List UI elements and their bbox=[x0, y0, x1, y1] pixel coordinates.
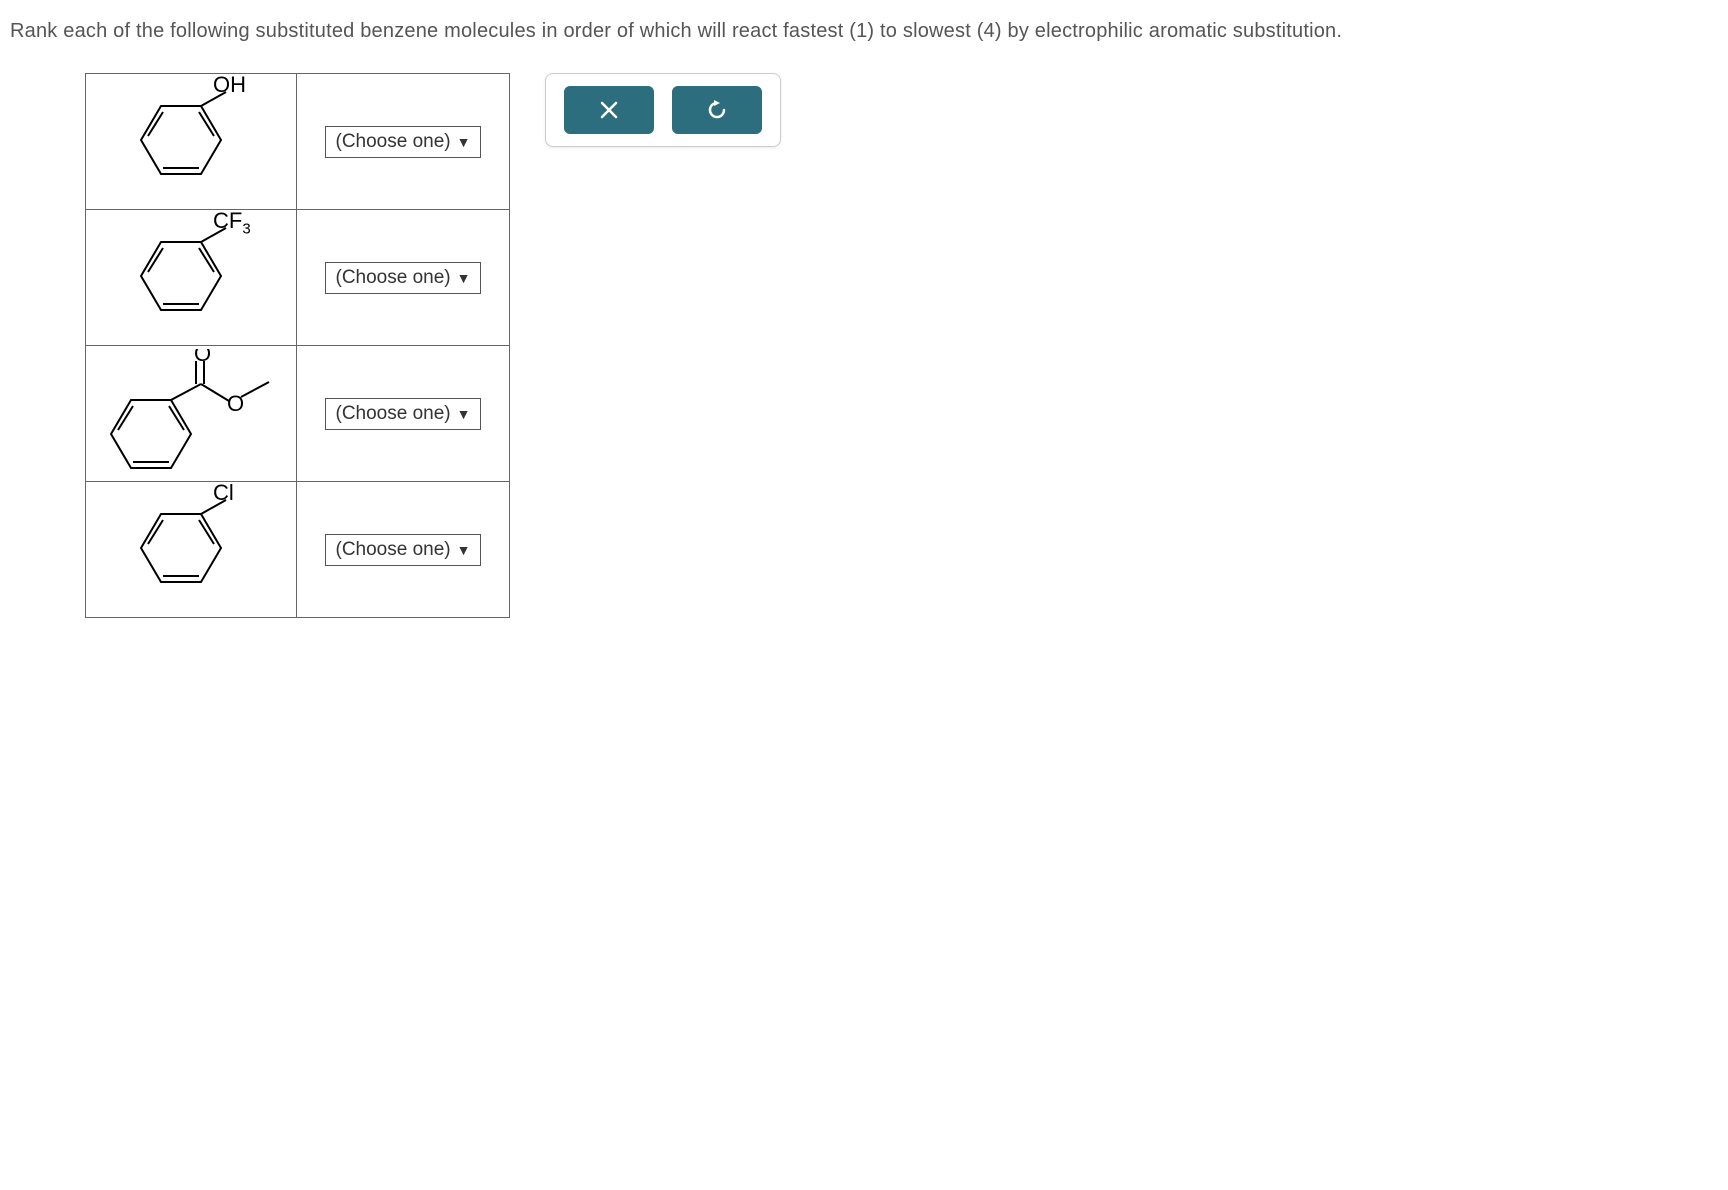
molecule-cell-ester: O O bbox=[86, 346, 296, 481]
chevron-down-icon: ▼ bbox=[457, 542, 471, 558]
table-row: OH (Choose one) ▼ bbox=[86, 74, 510, 210]
chevron-down-icon: ▼ bbox=[457, 134, 471, 150]
dropdown-cell-2: (Choose one) ▼ bbox=[297, 210, 509, 345]
close-icon bbox=[598, 99, 620, 121]
benzene-oh-structure bbox=[111, 84, 271, 199]
dropdown-label: (Choose one) bbox=[336, 403, 451, 425]
content-area: OH (Choose one) ▼ bbox=[10, 73, 1718, 618]
answer-toolbar bbox=[545, 73, 781, 147]
close-button[interactable] bbox=[564, 86, 654, 134]
reset-button[interactable] bbox=[672, 86, 762, 134]
dropdown-label: (Choose one) bbox=[336, 539, 451, 561]
benzene-ester-structure: O O bbox=[91, 349, 291, 479]
table-row: Cl (Choose one) ▼ bbox=[86, 482, 510, 618]
svg-text:O: O bbox=[227, 391, 244, 416]
rank-dropdown-3[interactable]: (Choose one) ▼ bbox=[325, 398, 482, 430]
chevron-down-icon: ▼ bbox=[457, 406, 471, 422]
molecule-cell-phenol: OH bbox=[86, 74, 296, 209]
benzene-cl-structure bbox=[111, 492, 271, 607]
substituent-label-cl: Cl bbox=[213, 480, 234, 506]
molecule-cell-cl: Cl bbox=[86, 482, 296, 617]
substituent-label-oh: OH bbox=[213, 72, 246, 98]
table-row: CF3 (Choose one) ▼ bbox=[86, 210, 510, 346]
dropdown-label: (Choose one) bbox=[336, 267, 451, 289]
rank-dropdown-4[interactable]: (Choose one) ▼ bbox=[325, 534, 482, 566]
svg-text:O: O bbox=[194, 349, 211, 366]
substituent-label-cf3: CF3 bbox=[213, 208, 251, 237]
molecule-cell-cf3: CF3 bbox=[86, 210, 296, 345]
molecule-table: OH (Choose one) ▼ bbox=[85, 73, 510, 618]
reset-icon bbox=[705, 98, 729, 122]
chevron-down-icon: ▼ bbox=[457, 270, 471, 286]
dropdown-label: (Choose one) bbox=[336, 131, 451, 153]
rank-dropdown-2[interactable]: (Choose one) ▼ bbox=[325, 262, 482, 294]
rank-dropdown-1[interactable]: (Choose one) ▼ bbox=[325, 126, 482, 158]
dropdown-cell-1: (Choose one) ▼ bbox=[297, 74, 509, 209]
dropdown-cell-4: (Choose one) ▼ bbox=[297, 482, 509, 617]
question-prompt: Rank each of the following substituted b… bbox=[10, 20, 1718, 43]
table-row: O O (Choose one) ▼ bbox=[86, 346, 510, 482]
dropdown-cell-3: (Choose one) ▼ bbox=[297, 346, 509, 481]
